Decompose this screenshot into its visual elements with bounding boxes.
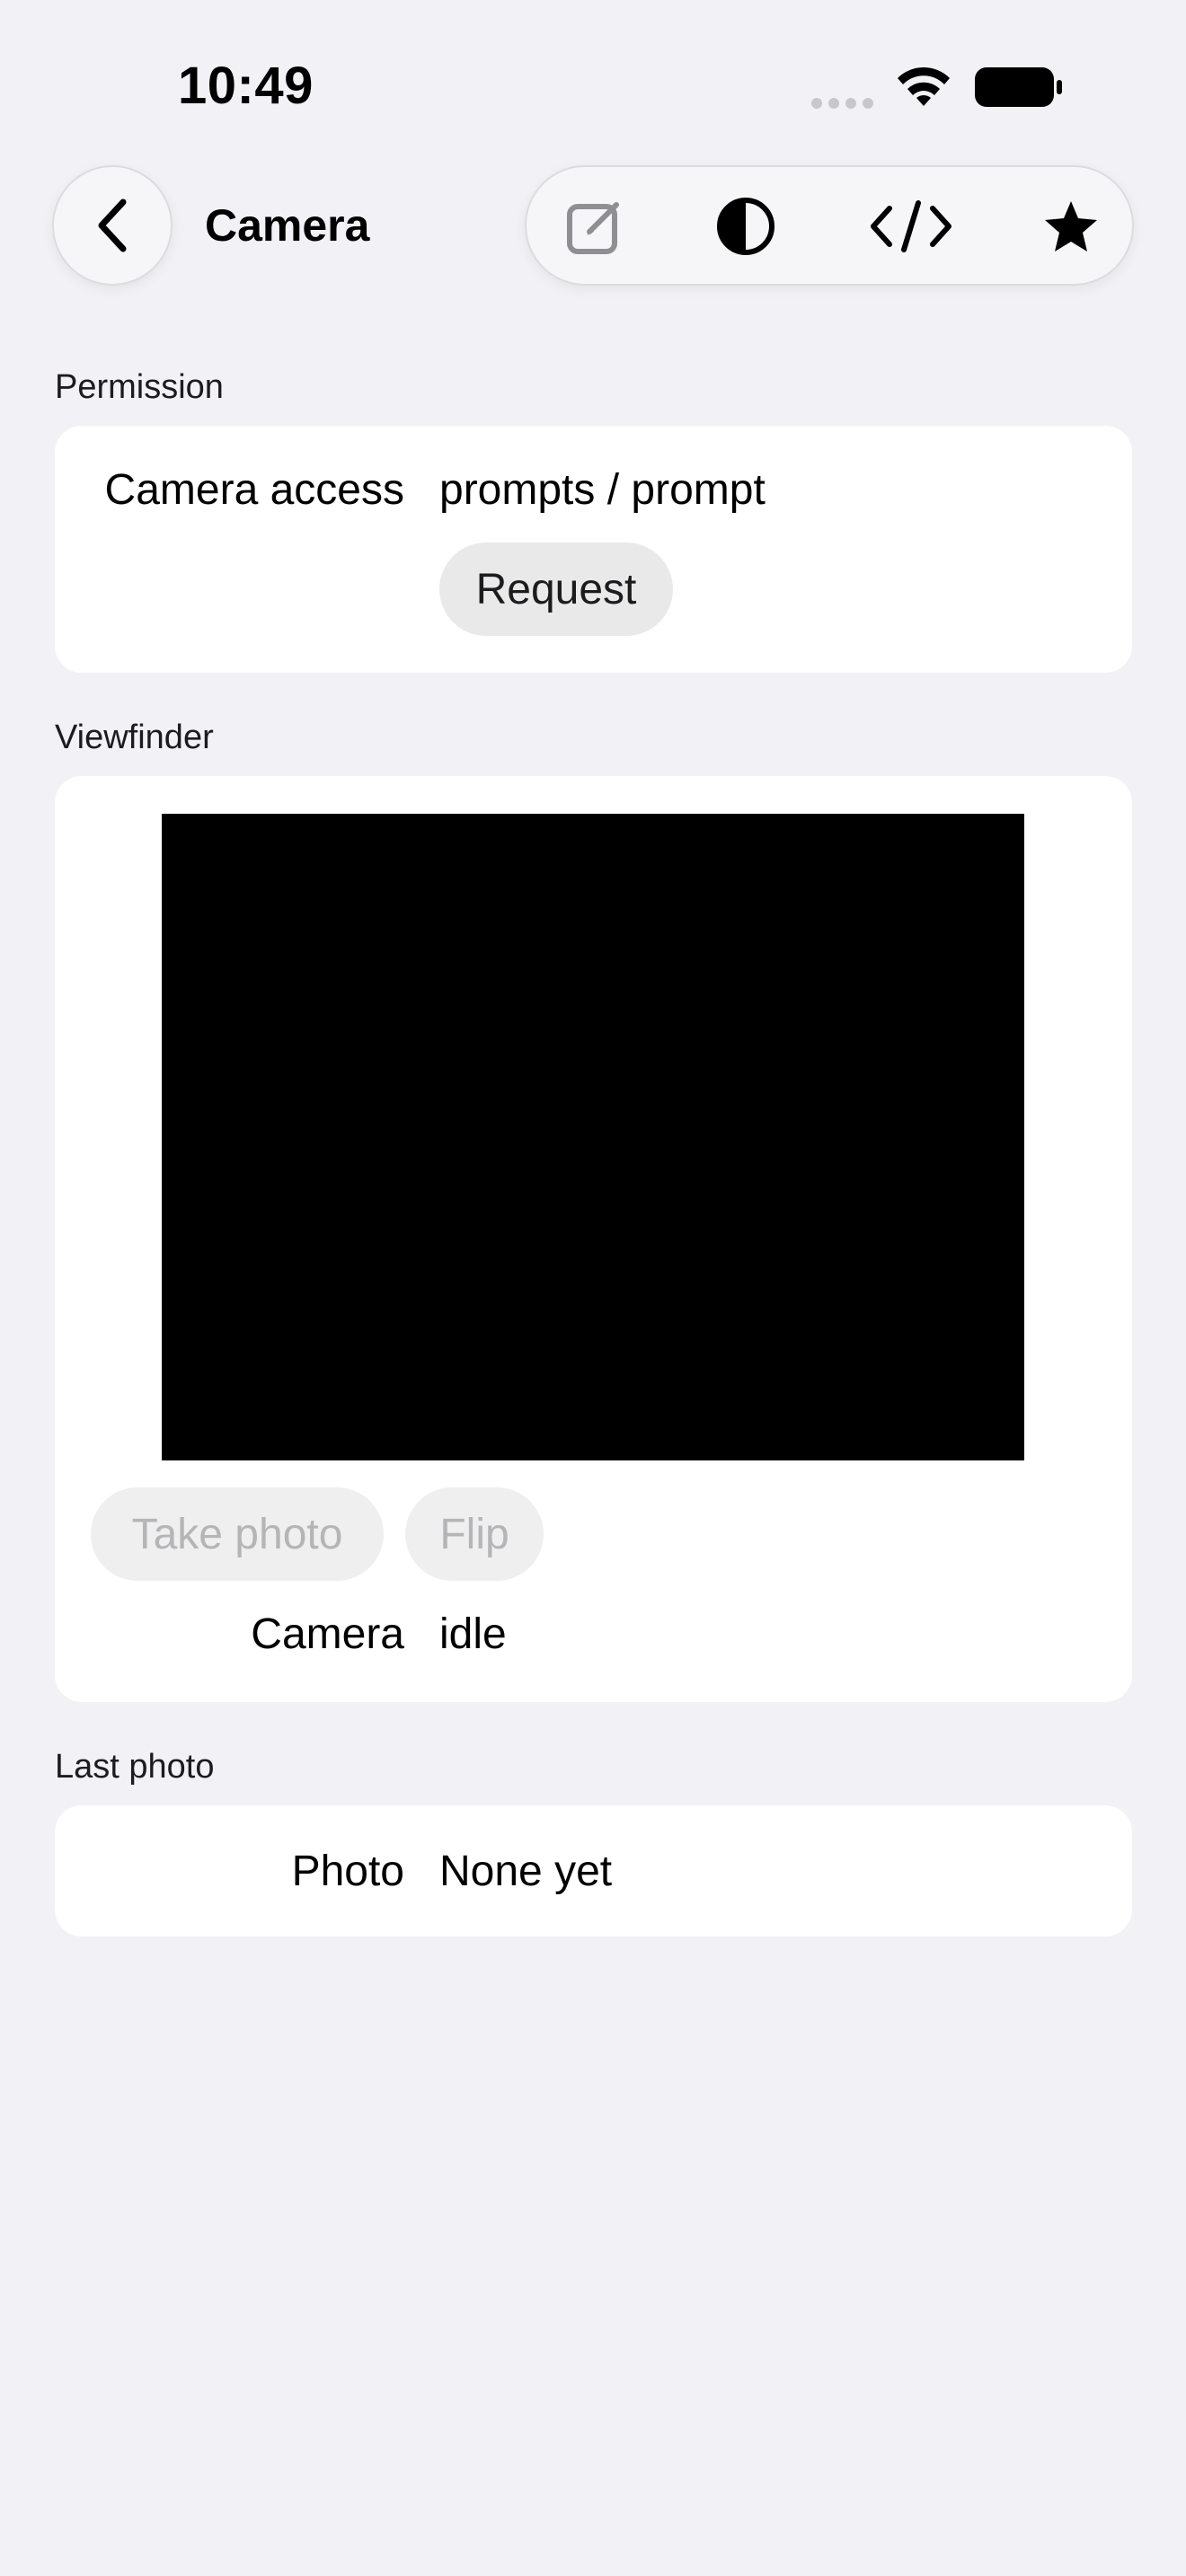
camera-access-value: prompts / prompt bbox=[439, 466, 766, 514]
code-icon bbox=[871, 200, 951, 252]
chevron-left-icon bbox=[98, 198, 127, 252]
compose-button[interactable] bbox=[562, 194, 627, 259]
viewfinder-header: Viewfinder bbox=[55, 719, 214, 756]
status-bar: 10:49 bbox=[0, 0, 1186, 171]
camera-status-label: Camera bbox=[251, 1610, 404, 1658]
toolbar bbox=[525, 165, 1134, 286]
camera-viewfinder bbox=[162, 814, 1024, 1460]
star-icon bbox=[1045, 201, 1097, 251]
battery-icon bbox=[975, 67, 1062, 107]
last-photo-header: Last photo bbox=[55, 1748, 215, 1786]
viewfinder-card: Take photo Flip Camera idle bbox=[55, 776, 1132, 1702]
page-title: Camera bbox=[205, 200, 370, 251]
flip-button[interactable]: Flip bbox=[405, 1487, 544, 1581]
status-time: 10:49 bbox=[178, 57, 314, 115]
appearance-button[interactable] bbox=[713, 194, 778, 259]
compose-icon bbox=[567, 202, 619, 254]
favorite-button[interactable] bbox=[1039, 194, 1103, 259]
photo-label: Photo bbox=[291, 1848, 404, 1895]
permission-card: Camera access prompts / prompt Request bbox=[55, 426, 1132, 673]
photo-value: None yet bbox=[439, 1848, 613, 1895]
camera-status-value: idle bbox=[439, 1610, 507, 1658]
wifi-icon bbox=[898, 66, 950, 106]
permission-header: Permission bbox=[55, 368, 224, 406]
request-button[interactable]: Request bbox=[439, 543, 673, 636]
back-button[interactable] bbox=[52, 165, 173, 286]
contrast-icon bbox=[717, 198, 774, 255]
last-photo-card: Photo None yet bbox=[55, 1805, 1132, 1936]
camera-access-label: Camera access bbox=[104, 466, 404, 514]
take-photo-button[interactable]: Take photo bbox=[91, 1487, 384, 1581]
code-button[interactable] bbox=[866, 194, 956, 259]
cellular-signal-icon bbox=[811, 98, 873, 109]
